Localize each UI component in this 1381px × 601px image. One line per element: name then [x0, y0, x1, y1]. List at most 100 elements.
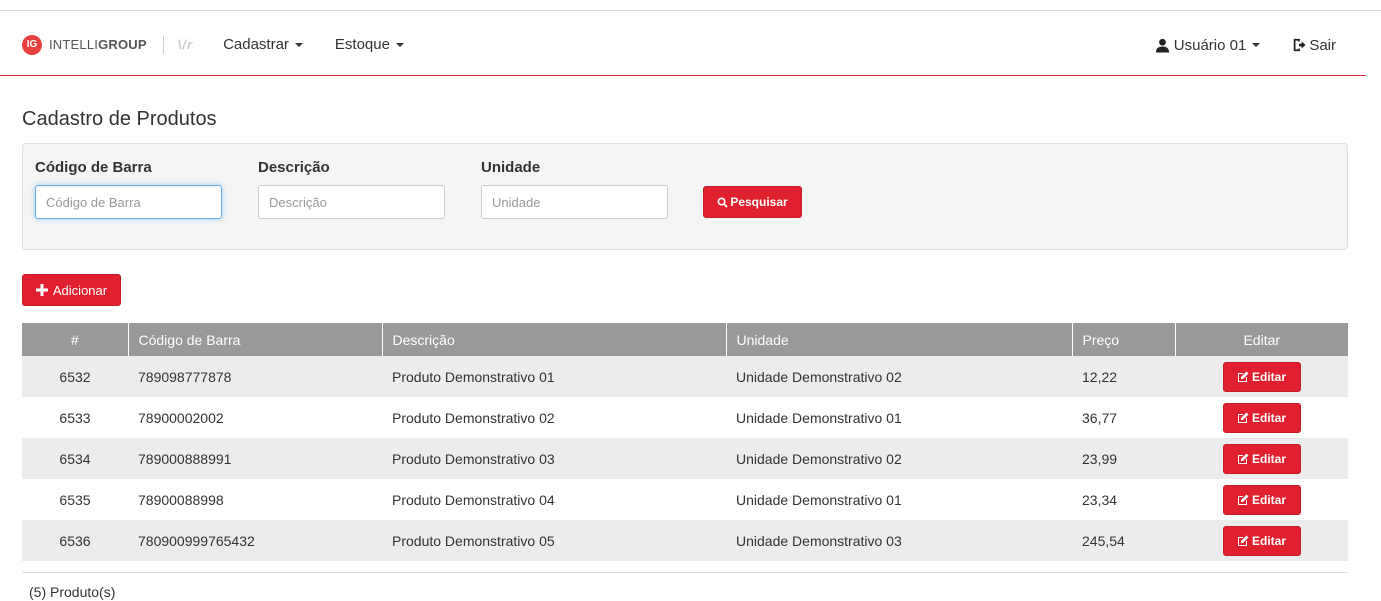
- cell-unit: Unidade Demonstrativo 01: [726, 397, 1072, 438]
- cell-unit: Unidade Demonstrativo 01: [726, 479, 1072, 520]
- page-title: Cadastro de Produtos: [22, 108, 217, 130]
- edit-button[interactable]: Editar: [1222, 402, 1301, 433]
- nav-item-label: Estoque: [334, 36, 390, 53]
- nav-menu: Cadastrar Estoque: [223, 36, 436, 53]
- col-header-barcode[interactable]: Código de Barra: [128, 323, 383, 356]
- add-button[interactable]: Adicionar: [22, 274, 121, 306]
- brand-name-light: INTELLI: [49, 37, 99, 52]
- add-button-label: Adicionar: [52, 282, 108, 298]
- cell-barcode: 78900088998: [128, 479, 382, 520]
- logout-link[interactable]: Sair: [1292, 37, 1336, 54]
- logout-label: Sair: [1309, 36, 1336, 54]
- description-label: Descrição: [258, 159, 330, 176]
- table-row: 6533 78900002002 Produto Demonstrativo 0…: [22, 397, 1348, 438]
- edit-button[interactable]: Editar: [1222, 484, 1301, 515]
- cell-unit: Unidade Demonstrativo 02: [726, 438, 1072, 479]
- top-border: [0, 10, 1381, 11]
- col-header-edit: Editar: [1175, 323, 1348, 356]
- edit-icon: [1237, 412, 1249, 423]
- cell-price: 12,22: [1072, 356, 1175, 397]
- cell-barcode: 78900002002: [128, 397, 382, 438]
- caret-down-icon: [395, 42, 404, 47]
- cell-id: 6534: [22, 438, 128, 479]
- cell-edit: Editar: [1175, 397, 1348, 438]
- cell-price: 23,99: [1072, 438, 1175, 479]
- cell-edit: Editar: [1175, 479, 1348, 520]
- edit-button-label: Editar: [1251, 369, 1286, 384]
- cell-price: 23,34: [1072, 479, 1175, 520]
- brand-name-bold: GROUP: [98, 37, 147, 52]
- cell-price: 36,77: [1072, 397, 1175, 438]
- cell-description: Produto Demonstrativo 01: [382, 356, 726, 397]
- cell-id: 6536: [22, 520, 128, 561]
- edit-button-label: Editar: [1251, 410, 1286, 425]
- description-field: Descrição: [258, 159, 445, 219]
- caret-down-icon: [1252, 43, 1261, 47]
- cell-id: 6535: [22, 479, 128, 520]
- table-header-row: # Código de Barra Descrição Unidade Preç…: [22, 323, 1348, 356]
- search-icon: [717, 197, 729, 208]
- table-row: 6536 780900999765432 Produto Demonstrati…: [22, 520, 1348, 561]
- unit-label: Unidade: [481, 159, 541, 176]
- table-row: 6532 789098777878 Produto Demonstrativo …: [22, 356, 1348, 397]
- edit-icon: [1237, 494, 1249, 505]
- brand-badge: IG: [22, 34, 42, 55]
- cell-edit: Editar: [1175, 356, 1348, 397]
- cell-unit: Unidade Demonstrativo 02: [726, 356, 1072, 397]
- barcode-label: Código de Barra: [35, 159, 152, 176]
- barcode-field: Código de Barra: [35, 159, 222, 219]
- brand-name: INTELLIGROUP: [49, 37, 147, 52]
- edit-button-label: Editar: [1251, 492, 1286, 507]
- unit-input[interactable]: [481, 185, 668, 219]
- col-header-id[interactable]: #: [22, 323, 129, 356]
- cell-edit: Editar: [1175, 520, 1348, 561]
- unit-field: Unidade: [481, 159, 668, 219]
- edit-icon: [1237, 371, 1249, 382]
- edit-button-label: Editar: [1251, 533, 1286, 548]
- user-icon: [1155, 38, 1169, 53]
- cell-price: 245,54: [1072, 520, 1175, 561]
- navbar: IG INTELLIGROUP \/r Cadastrar Estoque Us…: [0, 14, 1366, 76]
- brand-divider: [162, 35, 164, 54]
- cell-description: Produto Demonstrativo 05: [382, 520, 726, 561]
- col-header-price[interactable]: Preço: [1072, 323, 1176, 356]
- edit-button-label: Editar: [1251, 451, 1286, 466]
- plus-icon: [35, 284, 48, 296]
- nav-item-cadastrar[interactable]: Cadastrar: [223, 36, 303, 53]
- table-bottom-divider: [22, 572, 1348, 573]
- logout-icon: [1294, 38, 1306, 52]
- cell-barcode: 789000888991: [128, 438, 382, 479]
- filter-panel: Código de Barra Descrição Unidade Pesqui…: [22, 143, 1348, 250]
- cell-id: 6532: [22, 356, 128, 397]
- edit-button[interactable]: Editar: [1222, 525, 1301, 556]
- cell-description: Produto Demonstrativo 02: [382, 397, 726, 438]
- products-table: # Código de Barra Descrição Unidade Preç…: [22, 323, 1348, 561]
- product-count: (5) Produto(s): [29, 584, 116, 600]
- edit-icon: [1237, 453, 1249, 464]
- subbrand-logo: \/r: [177, 37, 194, 52]
- edit-button[interactable]: Editar: [1222, 443, 1301, 474]
- cell-description: Produto Demonstrativo 04: [382, 479, 726, 520]
- cell-id: 6533: [22, 397, 128, 438]
- table-row: 6534 789000888991 Produto Demonstrativo …: [22, 438, 1348, 479]
- nav-item-label: Cadastrar: [223, 36, 289, 53]
- col-header-description[interactable]: Descrição: [382, 323, 727, 356]
- user-menu[interactable]: Usuário 01: [1155, 37, 1261, 54]
- col-header-unit[interactable]: Unidade: [726, 323, 1073, 356]
- brand-logo[interactable]: IG INTELLIGROUP \/r: [22, 14, 193, 76]
- caret-down-icon: [294, 42, 303, 47]
- user-name: Usuário 01: [1173, 36, 1247, 54]
- nav-right: Usuário 01 Sair: [1155, 14, 1336, 76]
- edit-icon: [1237, 535, 1249, 546]
- nav-item-estoque[interactable]: Estoque: [335, 36, 404, 53]
- cell-edit: Editar: [1175, 438, 1348, 479]
- cell-description: Produto Demonstrativo 03: [382, 438, 726, 479]
- cell-unit: Unidade Demonstrativo 03: [726, 520, 1072, 561]
- description-input[interactable]: [258, 185, 445, 219]
- cell-barcode: 789098777878: [128, 356, 382, 397]
- search-button[interactable]: Pesquisar: [703, 186, 802, 218]
- cell-barcode: 780900999765432: [128, 520, 382, 561]
- barcode-input[interactable]: [35, 185, 222, 219]
- edit-button[interactable]: Editar: [1222, 361, 1301, 392]
- search-button-label: Pesquisar: [730, 195, 788, 209]
